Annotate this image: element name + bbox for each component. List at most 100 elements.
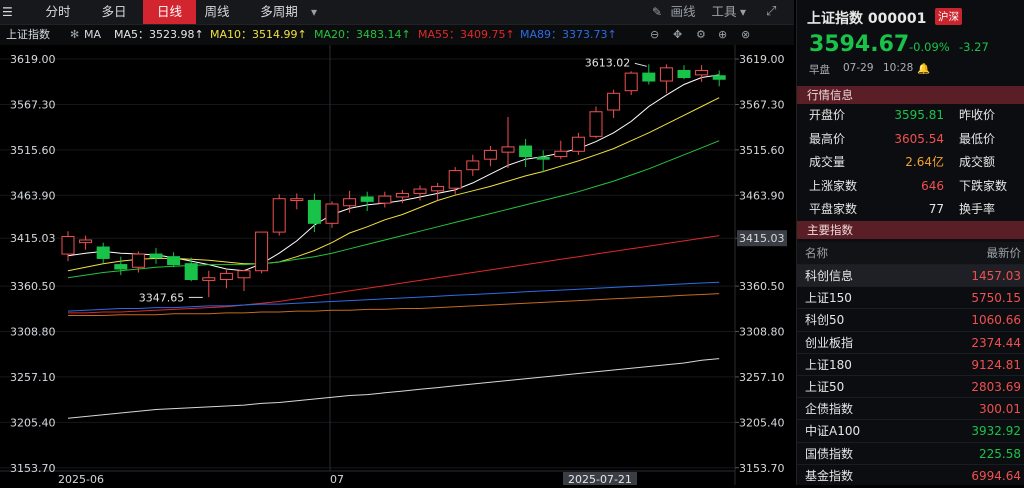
ma20-value: MA20：3483.14↑ [314, 28, 411, 41]
y-tick-left: 3205.40 [10, 416, 56, 429]
index-row[interactable]: 科创50 1060.66 [797, 308, 1024, 331]
candle-body [184, 263, 198, 281]
market-info-label: 上涨家数 [809, 178, 858, 193]
bell-icon[interactable]: 🔔 [917, 62, 930, 75]
index-row[interactable]: 科创信息 1457.03 [797, 264, 1024, 288]
last-price: 3594.67 [809, 32, 910, 57]
column-name: 名称 [805, 246, 828, 260]
tools-button[interactable]: 工具 [709, 0, 739, 24]
candle-body [202, 277, 216, 281]
y-tick-left: 3567.30 [10, 98, 56, 111]
pencil-icon[interactable]: ✎ [652, 0, 662, 24]
y-tick-right: 3567.30 [739, 98, 785, 111]
tab-intraday[interactable]: 分时 [30, 0, 86, 24]
candle-body [536, 156, 550, 160]
ma-label[interactable]: MA [84, 25, 101, 45]
market-info-row: 开盘价 3595.81 昨收价 [797, 104, 1024, 127]
high-arrow [634, 62, 647, 67]
y-tick-right: 3415.03 [739, 232, 785, 245]
market-info-label: 最高价 [809, 131, 846, 146]
add-icon[interactable]: ⊕ [718, 25, 727, 45]
ma5-value: MA5：3523.98↑ [114, 28, 204, 41]
candle-body [448, 170, 462, 189]
minus-icon[interactable]: ⊖ [650, 25, 659, 45]
y-tick-right: 3308.80 [739, 326, 785, 339]
index-row[interactable]: 上证150 5750.15 [797, 286, 1024, 309]
index-price: 6994.64 [971, 468, 1021, 483]
index-row[interactable]: 中证A100 3932.92 [797, 419, 1024, 442]
candle-body [659, 67, 673, 82]
y-tick-right: 3360.50 [739, 280, 785, 293]
index-name: 创业板指 [805, 335, 854, 350]
candle-body [413, 188, 427, 194]
ma10-line [67, 97, 720, 272]
index-name: 科创信息 [805, 269, 854, 283]
candle-body [712, 75, 726, 80]
candle-body [167, 256, 181, 266]
change-value: -3.27 [959, 40, 989, 54]
market-info-value: 2.64亿 [905, 155, 944, 169]
draw-line-button[interactable]: 画线 [666, 0, 700, 24]
candle-body [554, 150, 568, 158]
market-info-header: 行情信息 [797, 86, 1024, 104]
quote-time: 10:28 [883, 62, 914, 74]
market-info-value: 646 [921, 178, 944, 193]
tab-weekly[interactable]: 周线 [196, 0, 238, 24]
index-price: 5750.15 [971, 291, 1021, 306]
candle-body [272, 198, 286, 233]
candle-body [343, 198, 357, 207]
y-tick-right: 3619.00 [739, 53, 785, 66]
candle-body [483, 149, 497, 160]
index-name: 中证A100 [805, 424, 861, 439]
market-info-label: 最低价 [959, 131, 996, 146]
index-name: 基金指数 [805, 468, 854, 483]
expand-icon[interactable]: ⤢ [766, 0, 776, 24]
market-info-label: 换手率 [959, 202, 996, 216]
chevron-down-icon[interactable]: ▾ [740, 0, 746, 24]
ma20-line [67, 140, 720, 279]
index-name: 上证50 [805, 380, 845, 394]
tab-multiday[interactable]: 多日 [86, 0, 142, 24]
y-tick-right: 3205.40 [739, 416, 785, 429]
chevron-down-icon[interactable]: ▾ [311, 0, 317, 24]
market-info-label: 成交量 [809, 155, 846, 169]
candle-body [571, 136, 585, 152]
menu-icon[interactable]: ☰ [2, 0, 13, 24]
tab-multi-period[interactable]: 多周期 [254, 0, 304, 24]
candle-body [307, 199, 321, 224]
market-info-row: 成交量 2.64亿 成交额 [797, 151, 1024, 174]
quote-panel: 上证指数 000001 沪深 3594.67 -0.09% -3.27 早盘 0… [796, 0, 1024, 485]
low-annotation: 3347.65 [139, 291, 185, 304]
candle-body [466, 160, 480, 171]
candle-body [149, 253, 163, 259]
index-price: 2803.69 [971, 380, 1021, 394]
kline-chart[interactable]: 3619.00 3619.00 3567.30 3567.30 3515.60 3515.… [0, 45, 794, 486]
close-icon[interactable]: ⊗ [741, 25, 750, 45]
tab-daily[interactable]: 日线 [143, 0, 196, 24]
move-icon[interactable]: ✥ [673, 25, 682, 45]
index-price: 3932.92 [971, 424, 1021, 439]
candle-body [237, 270, 251, 279]
index-row[interactable]: 上证50 2803.69 [797, 375, 1024, 398]
index-row[interactable]: 基金指数 6994.64 [797, 463, 1024, 487]
candle-body [131, 253, 145, 268]
candle-body [255, 231, 269, 272]
candle-body [378, 195, 392, 204]
index-price: 225.58 [979, 446, 1021, 461]
index-row[interactable]: 企债指数 300.01 [797, 397, 1024, 420]
y-tick-right: 3153.70 [739, 462, 785, 475]
y-tick-left: 3360.50 [10, 280, 56, 293]
candle-body [219, 272, 233, 281]
y-tick-left: 3153.70 [10, 462, 56, 475]
candle-body [501, 146, 515, 153]
index-price: 2374.44 [971, 335, 1021, 350]
indicator-index-name: 上证指数 [6, 28, 50, 41]
index-row[interactable]: 上证180 9124.81 [797, 352, 1024, 376]
index-row[interactable]: 创业板指 2374.44 [797, 330, 1024, 354]
y-tick-right: 3463.90 [739, 189, 785, 202]
settings-icon[interactable]: ⚙ [696, 25, 706, 45]
gear-icon[interactable]: ✻ [70, 25, 79, 45]
index-row[interactable]: 国债指数 225.58 [797, 441, 1024, 465]
candle-body [695, 69, 709, 76]
y-tick-left: 3463.90 [10, 189, 56, 202]
